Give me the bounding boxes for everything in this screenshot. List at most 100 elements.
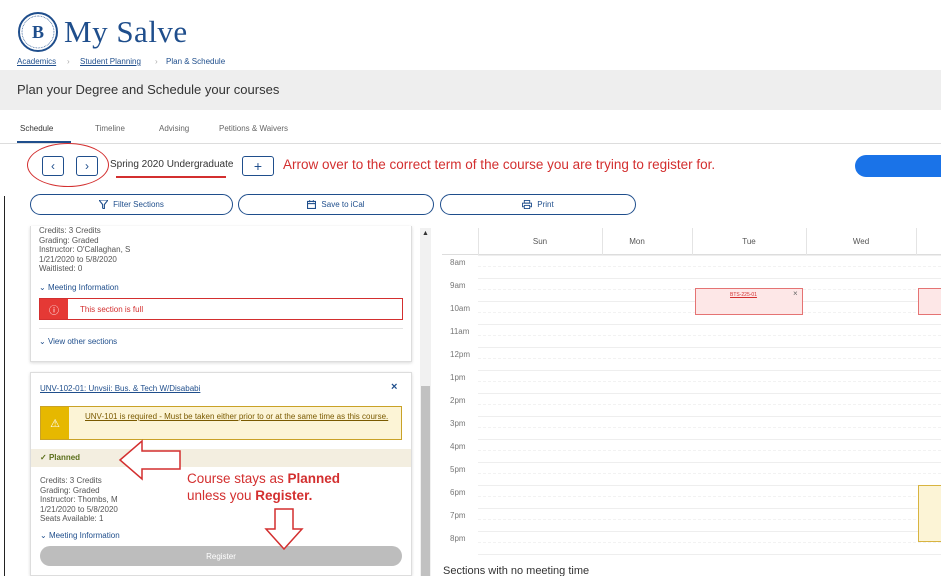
tab-advising[interactable]: Advising [159,124,189,133]
chevron-right-icon: › [85,159,89,173]
alert-circle-icon: ⓘ [40,299,68,319]
tab-timeline[interactable]: Timeline [95,124,125,133]
event-label[interactable]: BTS-225-01 [730,292,757,298]
hour-gridline [478,393,941,394]
hour-label: 7pm [450,511,466,520]
screen: B My Salve Academics › Student Planning … [0,0,941,576]
section-full-alert: ⓘ This section is full [39,298,403,320]
hour-label: 9pm [450,557,466,558]
meeting-information-toggle[interactable]: ⌄ Meeting Information [39,283,119,292]
save-to-ical-button[interactable]: Save to iCal [238,194,434,215]
register-button[interactable]: Register [40,546,402,566]
sections-no-meeting-time: Sections with no meeting time [443,565,590,576]
hour-label: 6pm [450,488,466,497]
previous-term-button[interactable]: ‹ [42,156,64,176]
day-wed: Wed [852,237,870,246]
hour-label: 4pm [450,442,466,451]
printer-icon [522,200,533,209]
hour-label: 1pm [450,373,466,382]
chevron-down-icon: ⌄ [40,531,47,540]
breadcrumb-separator: › [67,57,70,66]
app-title: My Salve [64,14,188,49]
section-info: Credits: 3 Credits Grading: Graded Instr… [40,476,118,523]
half-hour-gridline [478,450,941,451]
save-to-ical-label: Save to iCal [321,200,365,209]
view-other-sections-toggle[interactable]: ⌄ View other sections [39,337,117,346]
calendar-event-tue[interactable]: BTS-225-01 × [695,288,803,315]
plus-icon: + [253,158,263,174]
hour-label: 8pm [450,534,466,543]
prerequisite-warning-text[interactable]: UNV-101 is required - Must be taken eith… [85,412,395,422]
half-hour-gridline [478,404,941,405]
filter-sections-label: Filter Sections [113,200,164,209]
remove-course-button[interactable]: × [391,381,397,393]
calendar-icon [307,200,317,209]
scrollbar-thumb[interactable] [421,386,430,576]
calendar-event-thu[interactable] [918,288,941,315]
hour-gridline [478,462,941,463]
add-term-button[interactable]: + [242,156,274,176]
tab-petitions-waivers[interactable]: Petitions & Waivers [219,124,288,133]
hour-label: 11am [450,327,470,336]
hour-gridline [478,370,941,371]
print-label: Print [537,200,554,209]
annotation-planned-note: Course stays as Planned unless you Regis… [187,471,341,503]
hour-gridline [478,531,941,532]
course-title-link[interactable]: UNV-102-01: Unvsii: Bus. & Tech W/Disaba… [40,384,200,393]
section-info: Credits: 3 Credits Grading: Graded Instr… [39,226,131,273]
tab-schedule[interactable]: Schedule [20,124,53,133]
chevron-down-icon: ⌄ [39,283,46,292]
hour-gridline [478,485,941,486]
hour-gridline [478,554,941,555]
annotation-term-note: Arrow over to the correct term of the co… [283,157,716,172]
print-button[interactable]: Print [440,194,636,215]
annotation-arrow-down-icon [264,508,304,551]
close-icon[interactable]: × [793,289,798,298]
breadcrumb [0,53,941,70]
scroll-up-arrow-icon[interactable]: ▲ [421,229,430,238]
filter-sections-button[interactable]: Filter Sections [30,194,233,215]
term-label: Spring 2020 Undergraduate [110,159,234,170]
hour-label: 12pm [450,350,471,359]
breadcrumb-plan-schedule: Plan & Schedule [166,57,226,66]
calendar-event-planned[interactable] [918,485,941,542]
half-hour-gridline [478,473,941,474]
tab-bar [0,110,941,144]
seal-inner-ring [21,15,55,49]
annotation-arrow-left-icon [118,439,181,481]
breadcrumb-academics[interactable]: Academics [17,57,56,66]
hour-label: 3pm [450,419,466,428]
planned-status-bar: ✓ Planned [31,449,411,467]
hour-gridline [478,347,941,348]
prerequisite-warning: ⚠ UNV-101 is required - Must be taken ei… [40,406,402,440]
day-tue: Tue [742,237,756,246]
close-icon: × [391,381,398,393]
breadcrumb-student-planning[interactable]: Student Planning [80,57,141,66]
breadcrumb-separator: › [155,57,158,66]
hour-gridline [478,508,941,509]
hour-gridline [478,416,941,417]
hour-gridline [478,324,941,325]
next-term-button[interactable]: › [76,156,98,176]
half-hour-gridline [478,496,941,497]
hour-gridline [478,278,941,279]
chevron-left-icon: ‹ [51,159,55,173]
status-badge: ✓ Planned [40,453,81,462]
annotation-underline [116,176,226,178]
half-hour-gridline [478,381,941,382]
hour-label: 9am [450,281,466,290]
half-hour-gridline [478,358,941,359]
chevron-down-icon: ⌄ [39,337,46,346]
hour-gridline [478,255,941,256]
register-now-button[interactable] [855,155,941,177]
calendar-header: Sun Mon Tue Wed [442,228,941,255]
page-title: Plan your Degree and Schedule your cours… [17,82,280,97]
section-card-full: Credits: 3 Credits Grading: Graded Instr… [30,226,412,362]
hour-label: 2pm [450,396,466,405]
hour-label: 5pm [450,465,466,474]
half-hour-gridline [478,266,941,267]
hour-gridline [478,439,941,440]
half-hour-gridline [478,427,941,428]
warning-triangle-icon: ⚠ [41,407,69,439]
meeting-information-toggle[interactable]: ⌄ Meeting Information [40,531,120,540]
